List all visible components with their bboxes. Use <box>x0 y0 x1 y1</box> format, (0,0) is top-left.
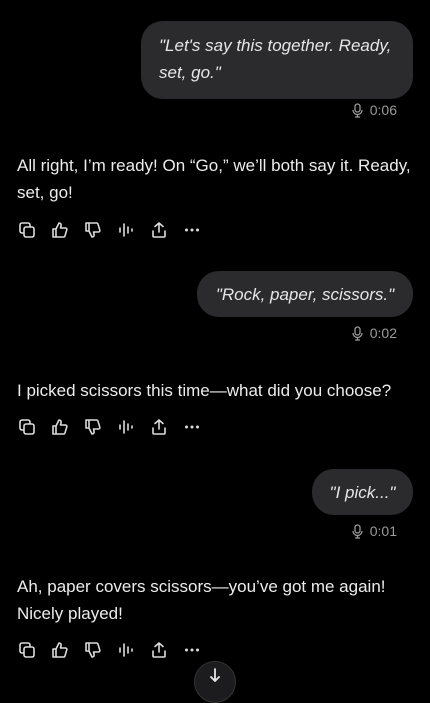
read-aloud-button[interactable] <box>116 640 136 660</box>
assistant-message: All right, I’m ready! On “Go,” we’ll bot… <box>17 156 411 202</box>
copy-icon <box>19 419 35 435</box>
user-message-bubble: "Rock, paper, scissors." <box>197 271 413 317</box>
thumbs-up-icon <box>52 419 68 435</box>
share-icon <box>152 642 166 658</box>
thumbs-down-icon <box>85 642 101 658</box>
read-aloud-button[interactable] <box>116 417 136 437</box>
thumbs-up-icon <box>52 222 68 238</box>
thumbs-down-button[interactable] <box>83 220 103 240</box>
more-icon <box>185 425 199 429</box>
thumbs-up-button[interactable] <box>50 220 70 240</box>
message-actions <box>17 417 202 437</box>
voice-duration: 0:01 <box>351 523 397 539</box>
user-message-text: "Let's say this together. Ready, set, go… <box>159 36 392 82</box>
thumbs-down-icon <box>85 222 101 238</box>
thumbs-down-button[interactable] <box>83 640 103 660</box>
more-button[interactable] <box>182 640 202 660</box>
thumbs-down-button[interactable] <box>83 417 103 437</box>
more-icon <box>185 228 199 232</box>
thumbs-up-icon <box>52 642 68 658</box>
thumbs-down-icon <box>85 419 101 435</box>
voice-duration: 0:02 <box>351 325 397 341</box>
copy-button[interactable] <box>17 417 37 437</box>
voice-playback-icon <box>119 223 133 237</box>
share-icon <box>152 222 166 238</box>
thumbs-up-button[interactable] <box>50 640 70 660</box>
share-button[interactable] <box>149 640 169 660</box>
voice-playback-icon <box>119 643 133 657</box>
assistant-message: Ah, paper covers scissors—you’ve got me … <box>17 577 386 623</box>
share-icon <box>152 419 166 435</box>
scroll-to-bottom-button[interactable] <box>194 661 236 703</box>
share-button[interactable] <box>149 220 169 240</box>
message-actions <box>17 640 202 660</box>
share-button[interactable] <box>149 417 169 437</box>
user-message-bubble: "Let's say this together. Ready, set, go… <box>141 21 413 99</box>
assistant-message: I picked scissors this time—what did you… <box>17 381 392 400</box>
more-button[interactable] <box>182 417 202 437</box>
copy-button[interactable] <box>17 220 37 240</box>
thumbs-up-button[interactable] <box>50 417 70 437</box>
copy-icon <box>19 222 35 238</box>
voice-duration-text: 0:06 <box>369 102 397 118</box>
microphone-icon <box>352 325 363 341</box>
user-message-text: "I pick..." <box>329 483 396 502</box>
user-message-bubble: "I pick..." <box>312 469 413 515</box>
copy-icon <box>19 642 35 658</box>
copy-button[interactable] <box>17 640 37 660</box>
voice-playback-icon <box>119 420 133 434</box>
read-aloud-button[interactable] <box>116 220 136 240</box>
microphone-icon <box>352 102 363 118</box>
voice-duration-text: 0:01 <box>369 523 397 539</box>
more-icon <box>185 648 199 652</box>
voice-duration-text: 0:02 <box>369 325 397 341</box>
microphone-icon <box>352 523 363 539</box>
more-button[interactable] <box>182 220 202 240</box>
message-actions <box>17 220 202 240</box>
user-message-text: "Rock, paper, scissors." <box>215 285 395 304</box>
voice-duration: 0:06 <box>351 102 397 118</box>
